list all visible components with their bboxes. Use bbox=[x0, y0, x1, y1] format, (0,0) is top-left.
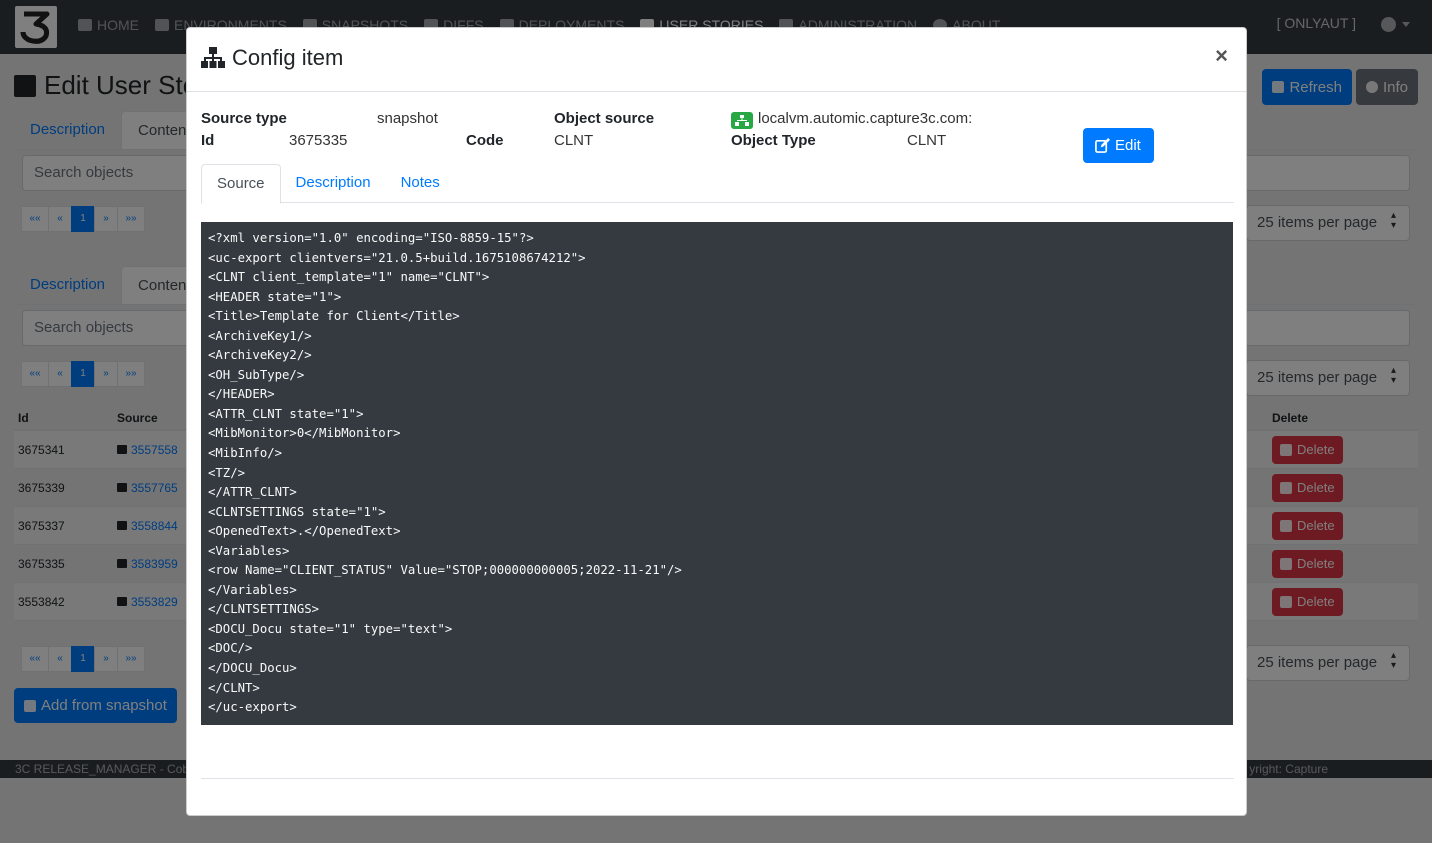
code-line: <Title>Template for Client</Title> bbox=[208, 309, 460, 324]
object-source-label: Object source bbox=[554, 110, 655, 127]
code-line: </CLNTSETTINGS> bbox=[208, 602, 320, 617]
edit-icon bbox=[1095, 138, 1110, 153]
id-label: Id bbox=[201, 132, 215, 149]
modal-title: Config item bbox=[201, 45, 343, 71]
code-line: <DOC/> bbox=[208, 641, 253, 656]
code-line: <?xml version="1.0" encoding="ISO-8859-1… bbox=[208, 231, 534, 245]
id-value: 3675335 bbox=[289, 132, 348, 149]
edit-button[interactable]: Edit bbox=[1083, 128, 1154, 163]
tab-source[interactable]: Source bbox=[201, 164, 281, 204]
modal-tabs: Source Description Notes bbox=[201, 164, 1234, 204]
code-line: <OpenedText>.</OpenedText> bbox=[208, 524, 401, 539]
code-label: Code bbox=[466, 132, 504, 149]
object-type-label: Object Type bbox=[731, 132, 816, 149]
code-line: </Variables> bbox=[208, 582, 297, 597]
code-line: <OH_SubType/> bbox=[208, 367, 305, 382]
code-line: <row Name="CLIENT_STATUS" Value="STOP;00… bbox=[208, 563, 682, 578]
code-line: </HEADER> bbox=[208, 387, 275, 402]
code-line: <TZ/> bbox=[208, 465, 246, 480]
modal-footer-divider bbox=[201, 778, 1234, 779]
code-line: <ArchiveKey1/> bbox=[208, 328, 312, 343]
code-line: <ATTR_CLNT state="1"> bbox=[208, 406, 364, 421]
tab-notes[interactable]: Notes bbox=[386, 164, 455, 203]
object-type-value: CLNT bbox=[907, 132, 947, 149]
source-type-value: snapshot bbox=[377, 110, 438, 127]
code-line: <MibInfo/> bbox=[208, 446, 283, 461]
code-line: </DOCU_Docu> bbox=[208, 661, 297, 676]
code-line: <ArchiveKey2/> bbox=[208, 348, 312, 363]
modal-header: Config item × bbox=[187, 28, 1246, 92]
code-line: <DOCU_Docu state="1" type="text"> bbox=[208, 621, 453, 636]
server-icon bbox=[731, 112, 753, 129]
tab-description[interactable]: Description bbox=[281, 164, 386, 203]
sitemap-icon bbox=[201, 47, 225, 68]
object-source-value: localvm.automic.capture3c.com: bbox=[731, 110, 972, 129]
source-code-view[interactable]: <?xml version="1.0" encoding="ISO-8859-1… bbox=[201, 222, 1233, 725]
code-line: </ATTR_CLNT> bbox=[208, 485, 297, 500]
code-line: <CLNT client_template="1" name="CLNT"> bbox=[208, 270, 490, 285]
code-line: <uc-export clientvers="21.0.5+build.1675… bbox=[208, 250, 586, 265]
code-value: CLNT bbox=[554, 132, 594, 149]
code-line: </CLNT> bbox=[208, 680, 260, 695]
code-line: <Variables> bbox=[208, 543, 290, 558]
config-item-modal: Config item × Source type snapshot Objec… bbox=[186, 27, 1247, 816]
code-line: <HEADER state="1"> bbox=[208, 289, 342, 304]
close-button[interactable]: × bbox=[1215, 43, 1228, 69]
code-line: </uc-export> bbox=[208, 700, 297, 715]
source-type-label: Source type bbox=[201, 110, 287, 127]
code-line: <MibMonitor>0</MibMonitor> bbox=[208, 426, 401, 441]
code-line: <CLNTSETTINGS state="1"> bbox=[208, 504, 386, 519]
